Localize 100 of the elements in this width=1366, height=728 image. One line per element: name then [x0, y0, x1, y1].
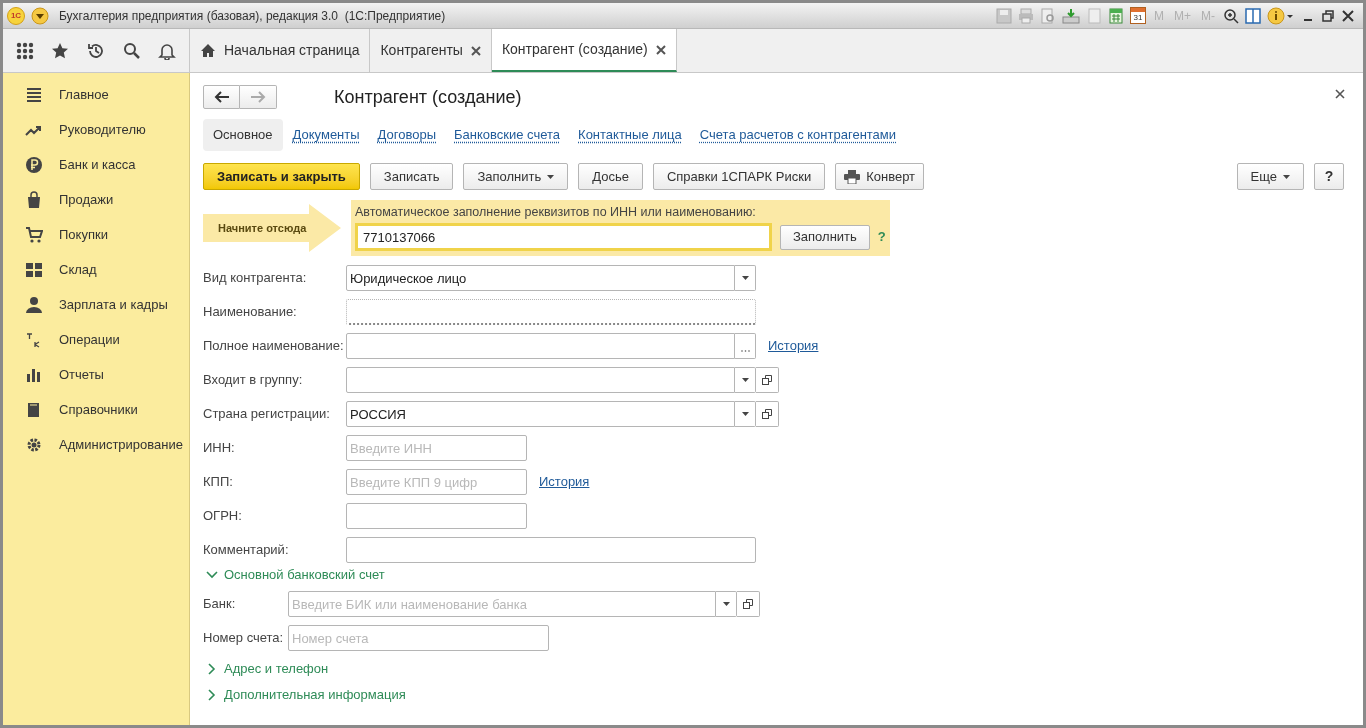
section-toggle[interactable]: Основной банковский счет — [203, 563, 385, 587]
sidebar-item[interactable]: Отчеты — [3, 357, 189, 392]
chevron-right-icon — [206, 663, 218, 675]
person-icon — [25, 295, 43, 314]
form-tab[interactable]: Счета расчетов с контрагентами — [691, 125, 905, 145]
sidebar-item[interactable]: Главное — [3, 77, 189, 112]
app-logo: 1С — [7, 6, 25, 25]
command-button[interactable]: Досье — [578, 163, 643, 190]
dropdown-button[interactable] — [716, 591, 737, 617]
input-field[interactable] — [346, 537, 756, 563]
field-label: Комментарий: — [203, 541, 290, 560]
panel-icon[interactable] — [1245, 7, 1261, 24]
calendar-icon[interactable]: 31 — [1130, 7, 1146, 24]
search-icon[interactable] — [122, 41, 141, 60]
command-button[interactable]: Записать и закрыть — [203, 163, 360, 190]
sidebar-item[interactable]: Продажи — [3, 182, 189, 217]
input-field[interactable] — [346, 503, 527, 529]
caret-icon — [1283, 174, 1290, 179]
open-button[interactable] — [756, 367, 779, 393]
printer-icon — [844, 169, 861, 184]
close-icon[interactable] — [1341, 8, 1355, 23]
copy-window-icon — [762, 375, 772, 385]
sidebar-item[interactable]: Администрирование — [3, 427, 189, 462]
command-button[interactable]: Конверт — [835, 163, 925, 190]
input-field[interactable]: Введите БИК или наименование банка — [288, 591, 716, 617]
cart-icon — [25, 225, 43, 244]
fill-button[interactable]: Заполнить — [780, 224, 870, 250]
menu-caret-icon[interactable] — [31, 6, 49, 25]
inn-input-field[interactable]: 7710137066 — [355, 223, 772, 251]
open-button[interactable] — [737, 591, 760, 617]
more-button[interactable]: Еще — [1236, 163, 1304, 190]
open-button[interactable] — [756, 401, 779, 427]
field-label: ОГРН: — [203, 507, 243, 526]
dropdown-button[interactable] — [735, 367, 756, 393]
history-link[interactable]: История — [539, 472, 590, 492]
sidebar-item[interactable]: Справочники — [3, 392, 189, 427]
export-icon[interactable] — [1062, 7, 1080, 24]
input-field[interactable]: Юридическое лицо — [346, 265, 735, 291]
field-label: Номер счета: — [203, 629, 285, 648]
section-toggle[interactable]: Дополнительная информация — [203, 683, 406, 707]
history-link[interactable]: История — [768, 336, 819, 356]
zoom-icon[interactable] — [1223, 7, 1239, 24]
list-icon — [25, 85, 43, 104]
restore-icon[interactable] — [1321, 8, 1335, 23]
command-button[interactable]: Заполнить — [463, 163, 569, 190]
field-label: Входит в группу: — [203, 371, 304, 390]
input-field[interactable]: Введите КПП 9 цифр — [346, 469, 527, 495]
history-icon[interactable] — [87, 41, 105, 60]
input-field[interactable]: РОССИЯ — [346, 401, 735, 427]
arrow-left-icon — [213, 91, 230, 103]
dropdown-button[interactable] — [735, 265, 756, 291]
sidebar-item[interactable]: Операции — [3, 322, 189, 357]
close-icon[interactable] — [470, 45, 481, 56]
section-toggle[interactable]: Адрес и телефон — [203, 657, 329, 681]
sidebar-item[interactable]: Склад — [3, 252, 189, 287]
tab[interactable]: Начальная страница — [190, 29, 371, 72]
form-tab[interactable]: Контактные лица — [570, 125, 690, 145]
field-label: Вид контрагента: — [203, 269, 308, 288]
tab[interactable]: Контрагент (создание) — [491, 29, 677, 72]
caret-icon — [722, 602, 730, 606]
form-tab[interactable]: Договоры — [369, 125, 445, 145]
form-tab[interactable]: Основное — [203, 119, 283, 151]
input-field[interactable] — [346, 367, 735, 393]
chevron-down-icon — [206, 569, 218, 581]
caret-icon — [741, 412, 749, 416]
input-field[interactable] — [346, 333, 735, 359]
sidebar-item[interactable]: Руководителю — [3, 112, 189, 147]
input-field[interactable]: Номер счета — [288, 625, 549, 651]
help-button[interactable]: ? — [1314, 163, 1344, 190]
field-label: Полное наименование: — [203, 337, 345, 356]
info-icon[interactable] — [1267, 6, 1295, 25]
copy-window-icon — [743, 599, 753, 609]
form-tab[interactable]: Банковские счета — [446, 125, 569, 145]
field-label: Страна регистрации: — [203, 405, 331, 424]
chevron-right-icon — [206, 689, 218, 701]
star-icon[interactable] — [51, 41, 70, 60]
input-field[interactable]: Введите ИНН — [346, 435, 527, 461]
caret-icon — [741, 378, 749, 382]
back-button[interactable] — [203, 85, 240, 109]
input-field[interactable] — [346, 299, 756, 325]
command-button[interactable]: Справки 1СПАРК Риски — [652, 163, 826, 190]
dropdown-button[interactable] — [735, 401, 756, 427]
apps-grid-icon[interactable] — [15, 41, 34, 60]
help-link[interactable]: ? — [877, 227, 886, 247]
sidebar-item[interactable]: Покупки — [3, 217, 189, 252]
close-icon[interactable] — [655, 44, 666, 55]
caret-icon — [741, 276, 749, 280]
tab[interactable]: Контрагенты — [370, 29, 492, 72]
sidebar-item[interactable]: Банк и касса — [3, 147, 189, 182]
command-button[interactable]: Записать — [369, 163, 454, 190]
close-icon[interactable] — [1335, 89, 1345, 99]
calculator-icon[interactable] — [1108, 7, 1124, 24]
bell-icon[interactable] — [158, 41, 177, 60]
caret-icon — [547, 174, 555, 179]
ruble-coin-icon — [25, 155, 43, 174]
hint-text: Начните отсюда — [217, 220, 307, 236]
autofill-label: Автоматическое заполнение реквизитов по ИНН или наименованию: — [355, 205, 757, 219]
sidebar-item[interactable]: Зарплата и кадры — [3, 287, 189, 322]
form-tab[interactable]: Документы — [284, 125, 368, 145]
field-label: КПП: — [203, 473, 234, 492]
